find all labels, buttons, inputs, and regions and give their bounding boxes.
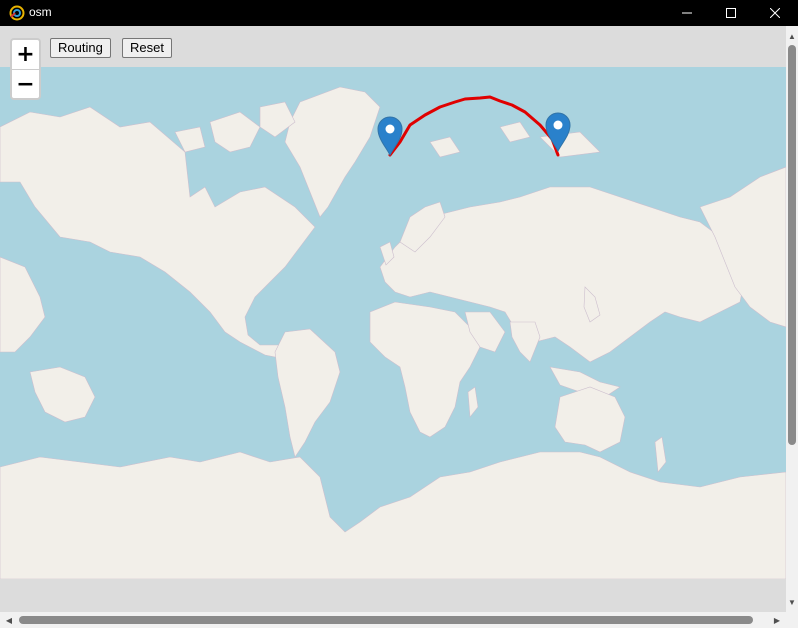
zoom-out-button[interactable]: − <box>12 70 39 98</box>
zoom-control: + − <box>10 38 41 100</box>
reset-button[interactable]: Reset <box>122 38 172 58</box>
close-button[interactable] <box>752 0 798 26</box>
map-bottom-margin <box>0 579 786 612</box>
horizontal-scroll-thumb[interactable] <box>19 616 753 624</box>
scroll-down-arrow-icon[interactable]: ▼ <box>786 596 798 608</box>
maximize-icon <box>726 8 736 18</box>
world-map[interactable] <box>0 67 786 579</box>
window-title: osm <box>29 5 52 19</box>
map-viewport[interactable]: + − Routing Reset <box>0 26 786 612</box>
minimize-icon <box>682 12 692 14</box>
window-client: + − Routing Reset ▲ ▼ ◀ ▶ <box>0 26 798 628</box>
routing-button[interactable]: Routing <box>50 38 111 58</box>
vertical-scroll-thumb[interactable] <box>788 45 796 445</box>
maximize-button[interactable] <box>708 0 754 26</box>
scrollbar-corner <box>786 612 798 628</box>
scroll-left-arrow-icon[interactable]: ◀ <box>3 614 15 626</box>
window-titlebar: osm <box>0 0 798 26</box>
scroll-up-arrow-icon[interactable]: ▲ <box>786 30 798 42</box>
close-icon <box>770 8 780 18</box>
map-tiles[interactable] <box>0 67 786 579</box>
horizontal-scrollbar[interactable]: ◀ ▶ <box>0 612 786 628</box>
scroll-right-arrow-icon[interactable]: ▶ <box>771 614 783 626</box>
vertical-scrollbar[interactable]: ▲ ▼ <box>786 26 798 612</box>
australia <box>554 386 626 453</box>
osm-app-icon <box>9 5 25 21</box>
minimize-button[interactable] <box>664 0 710 26</box>
zoom-in-button[interactable]: + <box>12 40 39 70</box>
